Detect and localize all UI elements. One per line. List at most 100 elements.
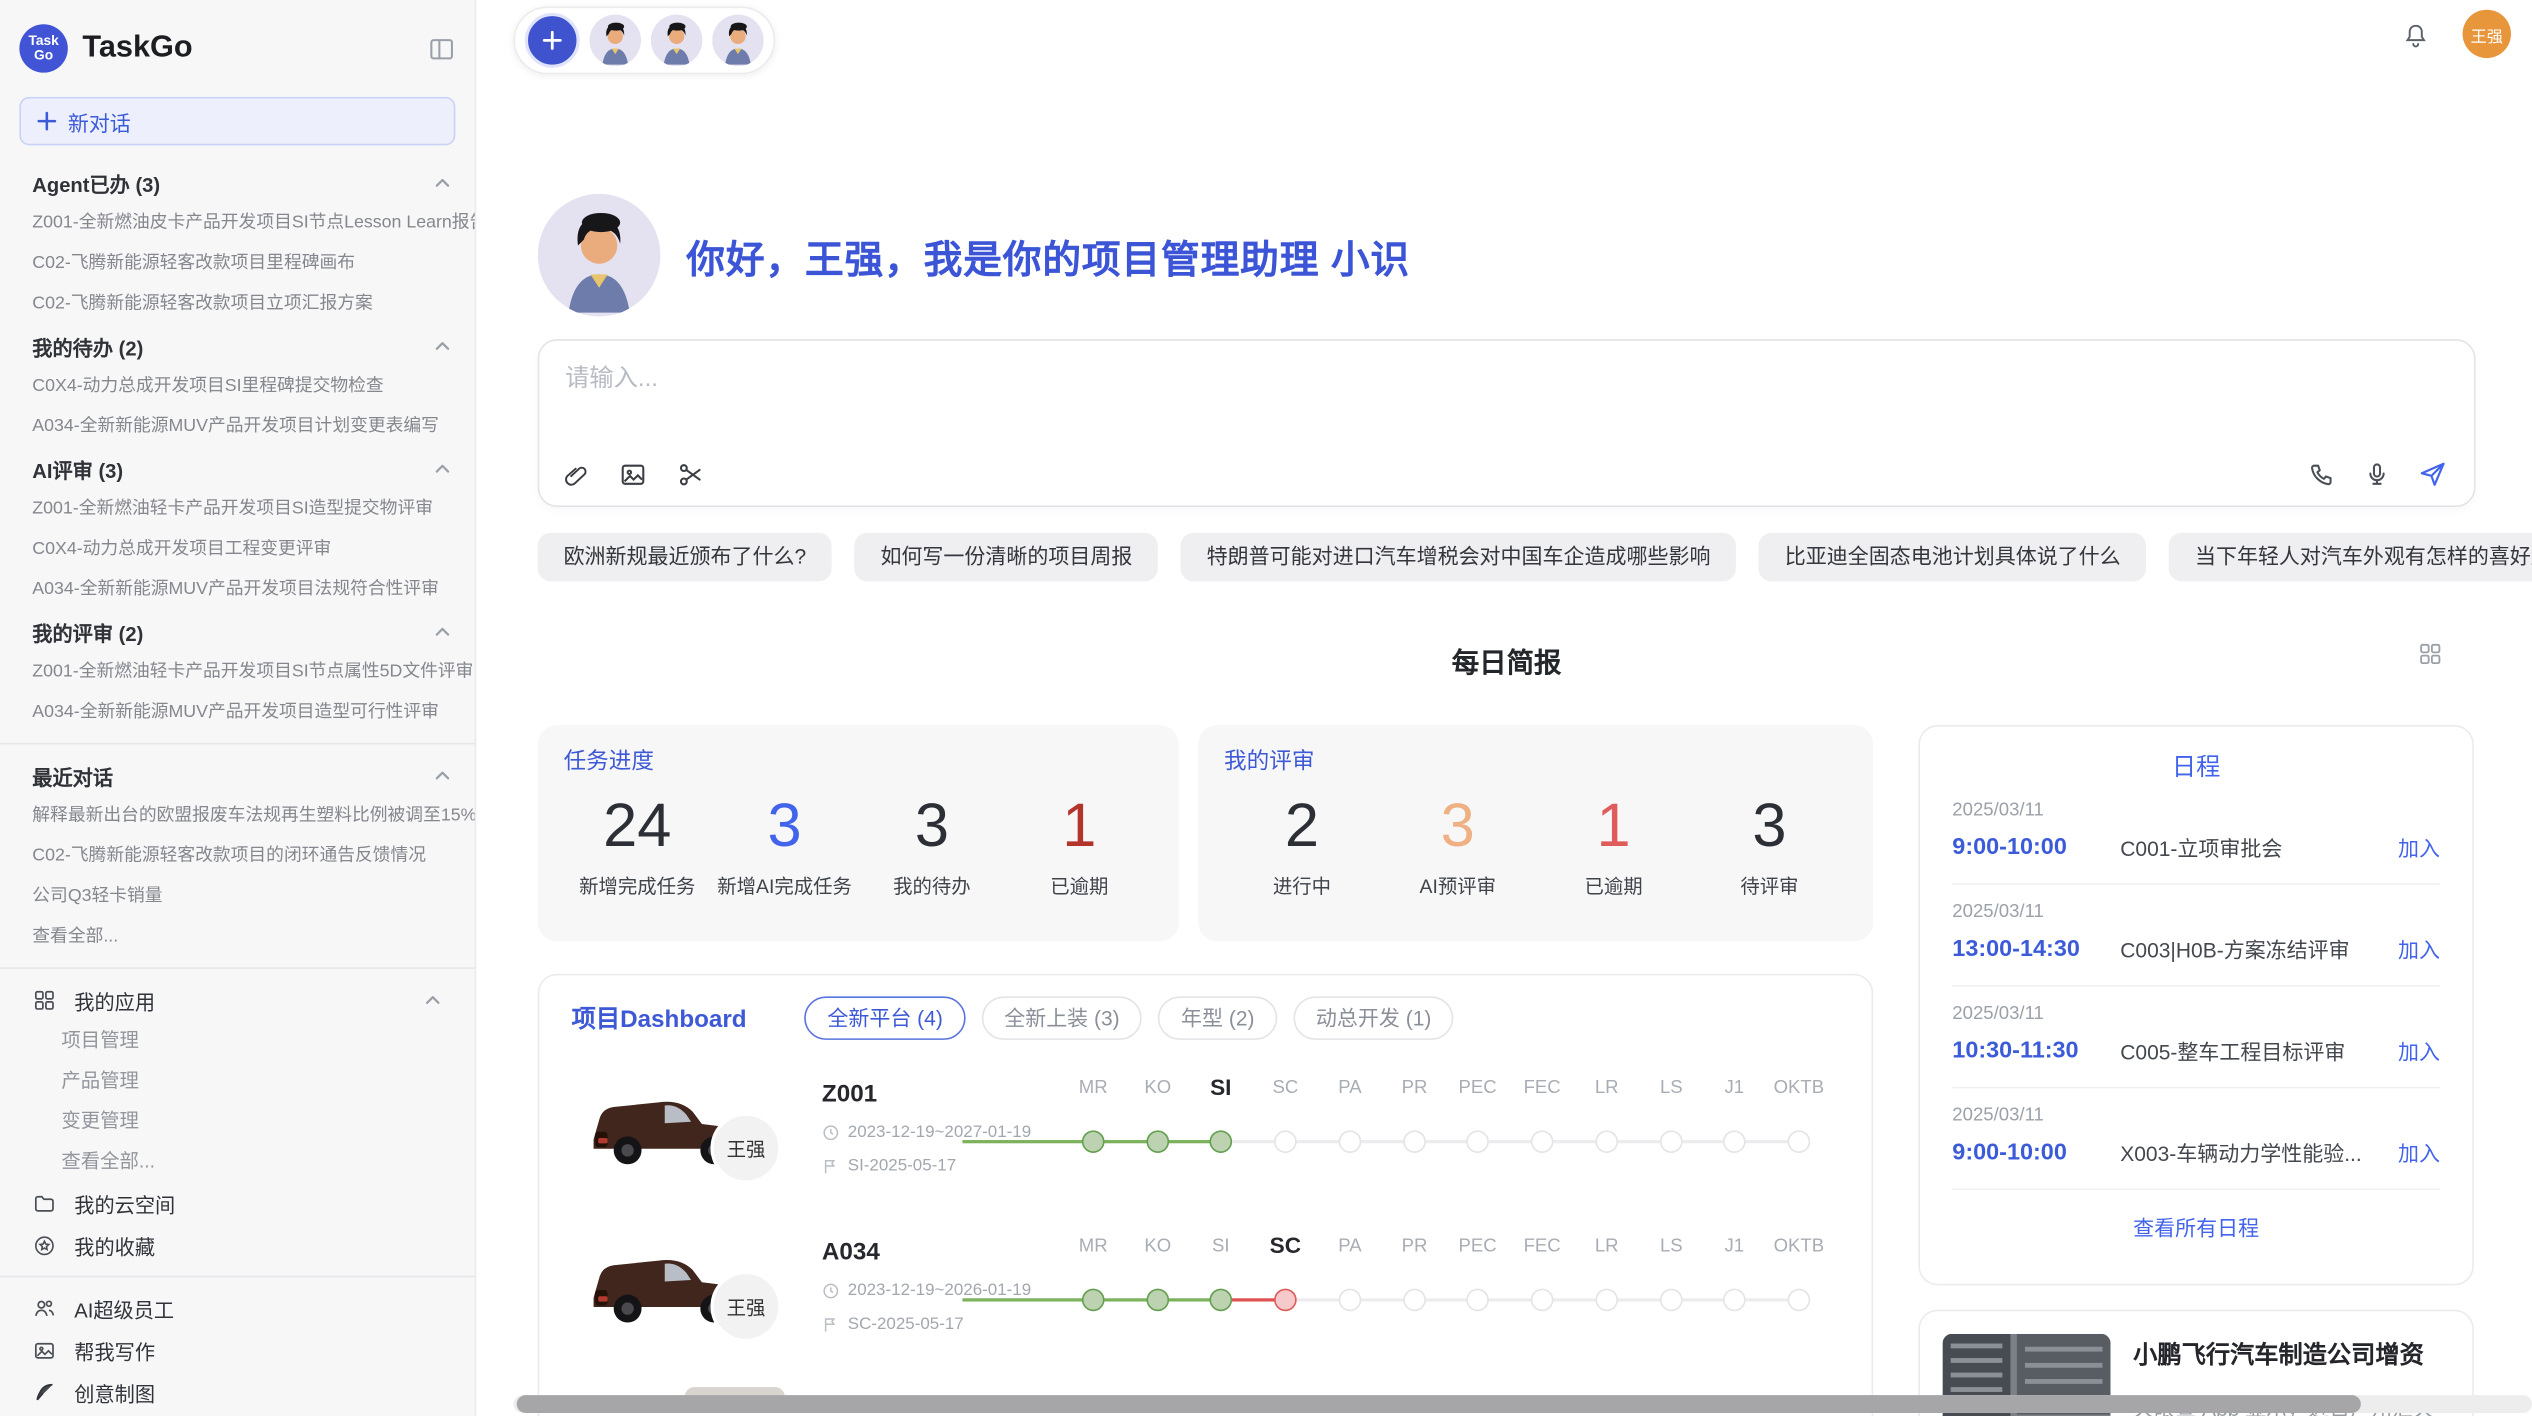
section-agent-done[interactable]: Agent已办 (3): [0, 161, 475, 203]
phone-call-icon[interactable]: [2308, 459, 2337, 488]
schedule-entry[interactable]: 2025/03/1110:30-11:30C005-整车工程目标评审加入: [1952, 987, 2440, 1089]
chat-composer: [538, 339, 2476, 507]
milestone-dot: [1788, 1130, 1811, 1153]
join-link[interactable]: 加入: [2398, 933, 2440, 964]
divider: [0, 967, 475, 969]
milestone-label: FEC: [1524, 1079, 1561, 1098]
section-recent-chats[interactable]: 最近对话: [0, 754, 475, 796]
join-link[interactable]: 加入: [2398, 832, 2440, 863]
agent-avatar-3[interactable]: [712, 15, 764, 67]
chevron-up-icon[interactable]: [423, 990, 442, 1009]
stat-label: 进行中: [1224, 872, 1380, 899]
sidebar-item[interactable]: A034-全新新能源MUV产品开发项目造型可行性评审: [0, 693, 475, 733]
agent-avatar-2[interactable]: [651, 15, 703, 67]
schedule-entry[interactable]: 2025/03/119:00-10:00X003-车辆动力学性能验...加入: [1952, 1088, 2440, 1190]
recent-chat-item[interactable]: C02-飞腾新能源轻客改款项目的闭环通告反馈情况: [0, 836, 475, 876]
horizontal-scrollbar-thumb[interactable]: [517, 1395, 2361, 1413]
horizontal-scrollbar[interactable]: [514, 1395, 2532, 1413]
recent-chat-item[interactable]: 解释最新出台的欧盟报废车法规再生塑料比例被调至15%...: [0, 796, 475, 836]
recent-chat-item[interactable]: 查看全部...: [0, 917, 475, 957]
recent-chat-item[interactable]: 公司Q3轻卡销量: [0, 877, 475, 917]
chevron-up-icon[interactable]: [433, 459, 452, 478]
cloud-space-label: 我的云空间: [74, 1188, 175, 1219]
section-ai-review[interactable]: AI评审 (3): [0, 447, 475, 489]
sidebar-item-help-write[interactable]: 帮我写作: [0, 1329, 475, 1371]
suggestion-chip[interactable]: 特朗普可能对进口汽车增税会对中国车企造成哪些影响: [1181, 533, 1737, 581]
add-agent-button[interactable]: [525, 13, 580, 68]
sidebar-collapse-icon[interactable]: [428, 35, 455, 62]
send-icon[interactable]: [2417, 459, 2448, 490]
people-icon: [32, 1296, 56, 1320]
schedule-entry[interactable]: 2025/03/1113:00-14:30C003|H0B-方案冻结评审加入: [1952, 885, 2440, 987]
suggestion-chip[interactable]: 欧洲新规最近颁布了什么?: [538, 533, 832, 581]
sidebar-item[interactable]: Z001-全新燃油轻卡产品开发项目SI节点属性5D文件评审: [0, 652, 475, 692]
plus-icon: [541, 29, 564, 52]
stat-value: 2: [1224, 790, 1380, 864]
chevron-up-icon[interactable]: [433, 173, 452, 192]
suggestion-chip[interactable]: 比亚迪全固态电池计划具体说了什么: [1759, 533, 2147, 581]
stat-label: 待评审: [1692, 872, 1848, 899]
sidebar-item[interactable]: Z001-全新燃油轻卡产品开发项目SI造型提交物评审: [0, 489, 475, 529]
sidebar-item[interactable]: C0X4-动力总成开发项目SI里程碑提交物检查: [0, 367, 475, 407]
schedule-event-title: C001-立项审批会: [2120, 832, 2385, 863]
milestone-dot: [1723, 1130, 1746, 1153]
chevron-up-icon[interactable]: [433, 622, 452, 641]
sidebar-item-cloud-space[interactable]: 我的云空间: [0, 1182, 475, 1224]
milestone-label: J1: [1724, 1079, 1744, 1098]
app-item[interactable]: 查看全部...: [0, 1142, 475, 1182]
sidebar: Task Go TaskGo 新对话 Agent已办 (3) Z001-全新燃油…: [0, 0, 476, 1416]
stat-label: 已逾期: [1006, 872, 1153, 899]
sidebar-item-creative-draw[interactable]: 创意制图: [0, 1371, 475, 1413]
scissors-icon[interactable]: [677, 460, 706, 489]
milestone-dot: [1339, 1289, 1362, 1312]
sidebar-item[interactable]: C02-飞腾新能源轻客改款项目里程碑画布: [0, 244, 475, 284]
milestone-label: PR: [1402, 1237, 1428, 1256]
sidebar-item-ai-employee[interactable]: AI超级员工: [0, 1287, 475, 1329]
layout-grid-icon[interactable]: [2417, 641, 2443, 667]
milestone-label: LS: [1660, 1237, 1683, 1256]
project-filter-tab[interactable]: 动总开发 (1): [1293, 996, 1454, 1040]
logo-line2: Go: [34, 48, 53, 63]
project-row-z001[interactable]: 王强 Z001 2023-12-19~2027-01-19: [539, 1054, 1871, 1212]
new-chat-label: 新对话: [68, 106, 131, 137]
sidebar-item[interactable]: A034-全新新能源MUV产品开发项目法规符合性评审: [0, 570, 475, 610]
sidebar-item-favorites[interactable]: 我的收藏: [0, 1224, 475, 1266]
milestone-dot: [1723, 1289, 1746, 1312]
project-filter-tab[interactable]: 全新平台 (4): [805, 996, 966, 1040]
flag-text: SI-2025-05-17: [848, 1156, 956, 1175]
view-all-schedule-link[interactable]: 查看所有日程: [1920, 1190, 2472, 1242]
schedule-entry[interactable]: 2025/03/119:00-10:00C001-立项审批会加入: [1952, 783, 2440, 885]
milestone-label: PA: [1338, 1237, 1361, 1256]
insert-image-icon[interactable]: [618, 460, 647, 489]
join-link[interactable]: 加入: [2398, 1035, 2440, 1066]
section-title: AI评审 (3): [32, 453, 123, 484]
agent-avatar-1[interactable]: [589, 15, 641, 67]
new-chat-button[interactable]: 新对话: [19, 97, 455, 145]
project-filter-tab[interactable]: 年型 (2): [1158, 996, 1277, 1040]
task-progress-title: 任务进度: [564, 744, 1153, 776]
sidebar-item[interactable]: C02-飞腾新能源轻客改款项目立项汇报方案: [0, 284, 475, 324]
chevron-up-icon[interactable]: [433, 336, 452, 355]
attachment-icon[interactable]: [562, 461, 589, 488]
suggestion-chip[interactable]: 当下年轻人对汽车外观有怎样的喜好趋势: [2169, 533, 2532, 581]
sidebar-item[interactable]: Z001-全新燃油皮卡产品开发项目SI节点Lesson Learn报告: [0, 203, 475, 243]
project-row-a034[interactable]: 王强 A034 2023-12-19~2026-01-19: [539, 1213, 1871, 1371]
section-my-review[interactable]: 我的评审 (2): [0, 610, 475, 652]
sidebar-sections: Agent已办 (3) Z001-全新燃油皮卡产品开发项目SI节点Lesson …: [0, 145, 475, 1413]
chat-input[interactable]: [562, 357, 2135, 431]
app-item[interactable]: 变更管理: [0, 1101, 475, 1141]
sidebar-item[interactable]: A034-全新新能源MUV产品开发项目计划变更表编写: [0, 407, 475, 447]
sidebar-item-my-apps[interactable]: 我的应用: [0, 979, 475, 1021]
project-filter-tab[interactable]: 全新上装 (3): [982, 996, 1143, 1040]
stat-value: 3: [711, 790, 858, 864]
app-item[interactable]: 项目管理: [0, 1021, 475, 1061]
join-link[interactable]: 加入: [2398, 1137, 2440, 1168]
section-my-todo[interactable]: 我的待办 (2): [0, 325, 475, 367]
app-item[interactable]: 产品管理: [0, 1061, 475, 1101]
divider: [0, 1276, 475, 1278]
microphone-icon[interactable]: [2362, 459, 2391, 488]
suggestion-chip[interactable]: 如何写一份清晰的项目周报: [855, 533, 1159, 581]
chevron-up-icon[interactable]: [433, 765, 452, 784]
milestone-label: LR: [1595, 1237, 1619, 1256]
sidebar-item[interactable]: C0X4-动力总成开发项目工程变更评审: [0, 530, 475, 570]
